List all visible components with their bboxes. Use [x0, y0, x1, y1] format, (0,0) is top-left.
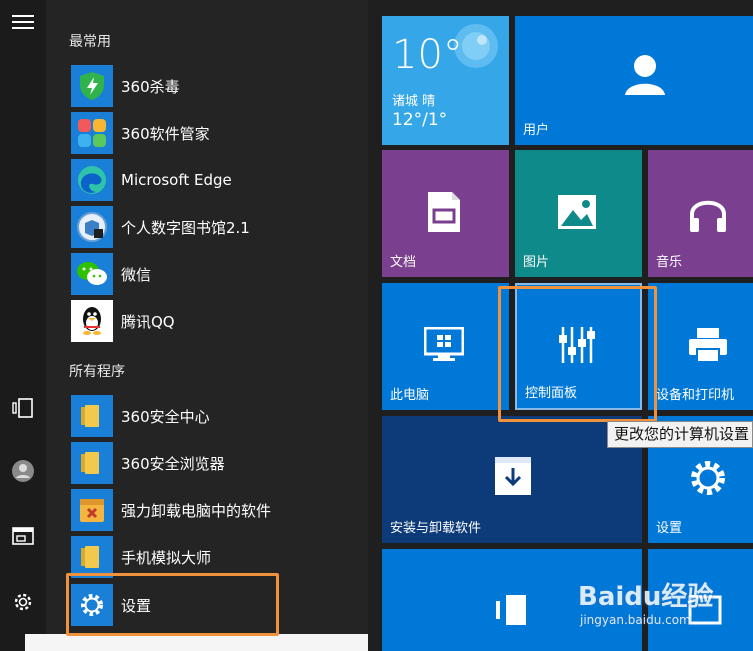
tile-label: 图片 — [523, 255, 550, 270]
section-header-all-programs: 所有程序 — [69, 364, 125, 380]
app-label: 强力卸载电脑中的软件 — [121, 501, 272, 520]
hamburger-menu-button[interactable] — [0, 0, 46, 44]
tile-label: 用户 — [523, 123, 550, 138]
wechat-icon — [71, 253, 113, 295]
app-item-edge[interactable]: Microsoft Edge — [71, 158, 361, 202]
uninstaller-icon — [71, 489, 113, 531]
app-item-360-browser[interactable]: 360安全浏览器 — [71, 441, 361, 485]
app-label: 360安全中心 — [121, 407, 210, 426]
settings-rail-button[interactable] — [0, 580, 46, 624]
weather-temp: 10° — [392, 32, 463, 78]
folder-icon — [71, 442, 113, 484]
tooltip: 更改您的计算机设置 — [607, 421, 753, 448]
download-box-icon — [495, 457, 531, 495]
app-item-360-antivirus[interactable]: 360杀毒 — [71, 64, 361, 108]
user-icon — [625, 55, 665, 95]
tablet-mode-button[interactable] — [0, 386, 46, 430]
qq-penguin-icon — [71, 300, 113, 342]
gear-icon — [14, 593, 32, 611]
user-account-button[interactable] — [0, 449, 46, 493]
watermark: Baidu经验 jingyan.baidu.com — [578, 576, 713, 627]
avatar-icon — [12, 460, 34, 482]
file-explorer-button[interactable] — [0, 514, 46, 558]
tile-documents[interactable]: 文档 — [382, 150, 509, 277]
app-label: 手机模拟大师 — [121, 548, 212, 567]
app-label: 360杀毒 — [121, 77, 180, 96]
app-item-360-software-manager[interactable]: 360软件管家 — [71, 111, 361, 155]
weather-city: 诸城 晴 — [392, 94, 436, 109]
app-item-uninstaller[interactable]: 强力卸载电脑中的软件 — [71, 488, 361, 532]
edge-icon — [71, 159, 113, 201]
start-rail — [0, 0, 46, 651]
app-label: 微信 — [121, 265, 152, 284]
section-header-frequent: 最常用 — [69, 34, 111, 50]
tile-pictures[interactable]: 图片 — [515, 150, 642, 277]
tablet-icon — [496, 595, 526, 625]
highlight-box-settings — [66, 573, 279, 636]
tile-label: 设置 — [656, 521, 683, 536]
app-label: 360软件管家 — [121, 124, 210, 143]
weather-range: 12°/1° — [392, 110, 448, 130]
picture-icon — [558, 195, 596, 229]
app-item-wechat[interactable]: 微信 — [71, 252, 361, 296]
tile-label: 音乐 — [656, 255, 683, 270]
tile-label: 安装与卸载软件 — [390, 521, 482, 536]
tablet-icon — [12, 398, 33, 418]
hamburger-icon — [12, 15, 34, 29]
watermark-url: jingyan.baidu.com — [580, 613, 691, 627]
headphones-icon — [690, 200, 726, 232]
tile-music[interactable]: 音乐 — [648, 150, 753, 277]
app-item-qq[interactable]: 腾讯QQ — [71, 299, 361, 343]
search-box[interactable] — [25, 634, 368, 651]
tile-label: 此电脑 — [390, 388, 430, 403]
digital-library-icon — [71, 206, 113, 248]
app-label: 个人数字图书馆2.1 — [121, 218, 250, 237]
app-list: 最常用 360杀毒 360软件管家 Microsoft Edge 个人数字图书馆… — [46, 0, 368, 651]
tile-devices-printers[interactable]: 设备和打印机 — [648, 283, 753, 410]
app-item-digital-library[interactable]: 个人数字图书馆2.1 — [71, 205, 361, 249]
app-label: 360安全浏览器 — [121, 454, 225, 473]
folder-icon — [71, 395, 113, 437]
computer-icon — [424, 327, 464, 361]
highlight-box-control-panel — [498, 286, 657, 422]
360-software-manager-icon — [71, 112, 113, 154]
folder-icon — [71, 536, 113, 578]
printer-icon — [689, 328, 727, 363]
app-label: Microsoft Edge — [121, 171, 232, 189]
app-label: 腾讯QQ — [121, 312, 175, 331]
tile-user[interactable]: 用户 — [515, 16, 753, 145]
tile-label: 文档 — [390, 255, 417, 270]
tile-label: 设备和打印机 — [656, 388, 735, 403]
tile-install-uninstall[interactable]: 安装与卸载软件 — [382, 416, 642, 543]
app-item-360-security-center[interactable]: 360安全中心 — [71, 394, 361, 438]
tile-weather[interactable]: 10° 诸城 晴 12°/1° — [382, 16, 509, 145]
tile-this-pc[interactable]: 此电脑 — [382, 283, 509, 410]
document-icon — [428, 192, 460, 232]
gear-icon — [691, 461, 725, 495]
file-explorer-icon — [12, 527, 34, 545]
360-antivirus-icon — [71, 65, 113, 107]
watermark-brand: Baidu经验 — [578, 582, 714, 612]
